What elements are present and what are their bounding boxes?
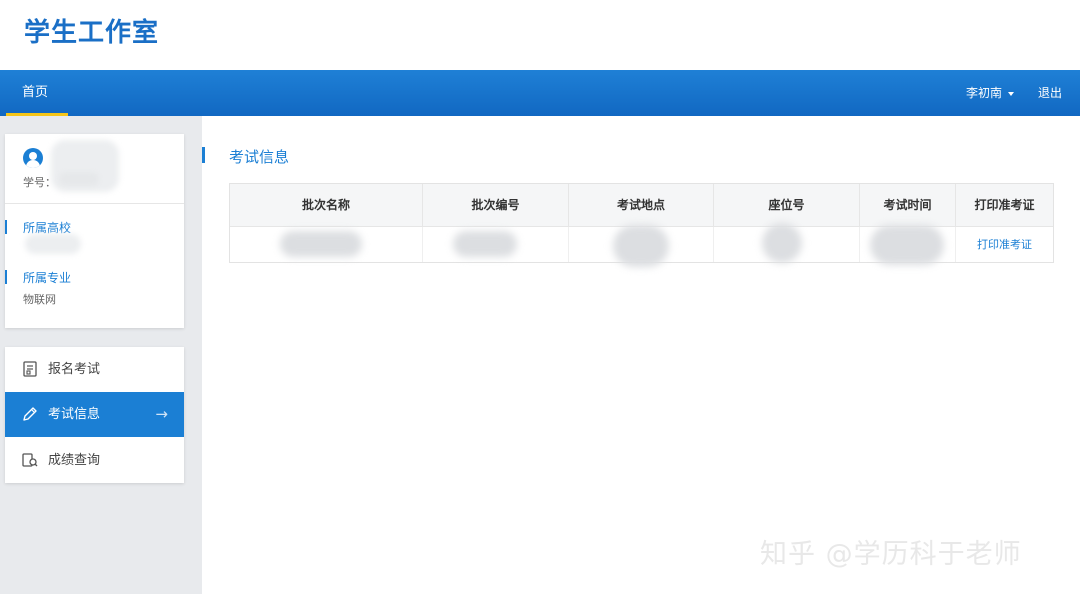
section-marker: [202, 147, 205, 163]
table-cell: [569, 225, 714, 267]
sidebar-item-exam-info[interactable]: 考试信息 →: [5, 392, 184, 437]
sidebar-item-label: 考试信息: [48, 407, 101, 422]
sidebar-item-label: 成绩查询: [48, 453, 101, 468]
table-header-exam-time: 考试时间: [860, 184, 956, 227]
profile-card: 学号： 所属高校 所属专业 物联网: [5, 134, 184, 328]
section-marker: [5, 270, 7, 284]
table-header-print-ticket: 打印准考证: [956, 184, 1053, 227]
top-nav-bar: 首页 李初南 退出: [0, 70, 1080, 116]
table-cell: [230, 227, 423, 262]
chevron-down-icon: [1008, 91, 1014, 96]
section-marker: [5, 220, 7, 234]
redacted-student-id: [59, 172, 99, 186]
redacted-school: [25, 234, 81, 254]
table-cell: [714, 223, 860, 263]
major-label: 所属专业: [23, 271, 72, 285]
student-id-label: 学号：: [23, 176, 56, 189]
table-cell: [860, 225, 956, 265]
watermark: 知乎 @学历科于老师: [760, 539, 1022, 570]
logout-link[interactable]: 退出: [1038, 70, 1062, 116]
redacted-value: [613, 225, 669, 267]
app-logo-title[interactable]: 学生工作室: [24, 12, 159, 49]
nav-home-tab[interactable]: 首页: [0, 70, 70, 116]
table-header-batch-number: 批次编号: [423, 184, 569, 227]
table-cell: [423, 227, 569, 262]
sidebar-item-score-query[interactable]: 成绩查询: [5, 438, 184, 483]
score-query-icon: [22, 453, 38, 467]
sidebar-menu: 报名考试 考试信息 → 成绩查询: [5, 347, 184, 483]
header: 学生工作室: [0, 0, 1080, 70]
print-admission-ticket-link[interactable]: 打印准考证: [977, 238, 1032, 251]
table-header-batch-name: 批次名称: [230, 184, 423, 227]
major-value: 物联网: [23, 293, 56, 306]
redacted-value: [762, 223, 802, 263]
redacted-value: [870, 225, 944, 265]
register-document-icon: [23, 361, 37, 377]
user-menu-dropdown[interactable]: 李初南: [966, 70, 1014, 116]
page-title: 考试信息: [229, 148, 290, 166]
arrow-right-icon: →: [155, 405, 168, 423]
pencil-icon: [23, 407, 37, 421]
redacted-value: [280, 231, 362, 257]
sidebar-item-label: 报名考试: [48, 362, 101, 377]
table-cell: 打印准考证: [956, 227, 1053, 262]
table-header-exam-location: 考试地点: [569, 184, 714, 227]
exam-info-table: 批次名称 批次编号 考试地点 座位号 考试时间 打印准考证 打印准考证: [229, 183, 1054, 267]
divider: [5, 203, 184, 204]
sidebar-item-register-exam[interactable]: 报名考试: [5, 347, 184, 392]
table-header-seat-number: 座位号: [714, 184, 860, 227]
redacted-value: [453, 231, 517, 257]
user-avatar-icon: [23, 148, 43, 168]
user-name: 李初南: [965, 86, 1002, 100]
